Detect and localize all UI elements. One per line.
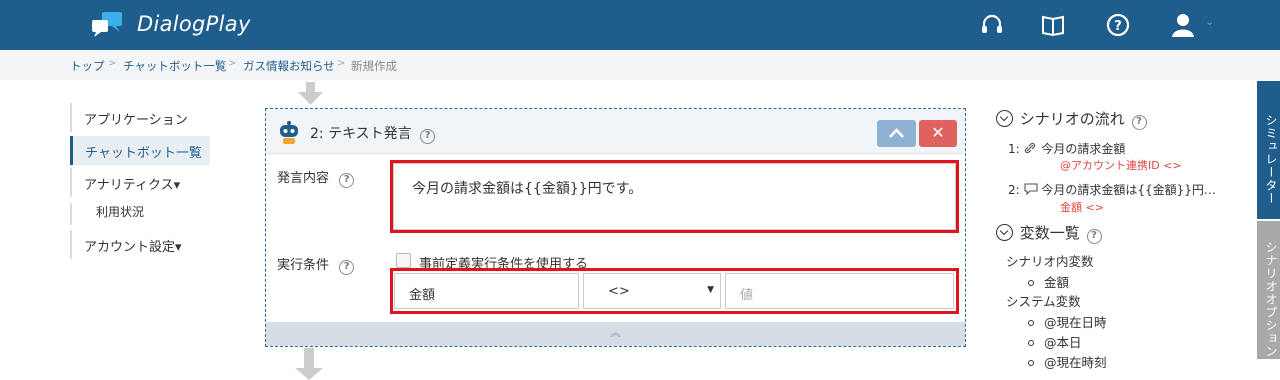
variables-title-text: 変数一覧 (1019, 224, 1080, 242)
highlight-frame (390, 160, 959, 233)
sidebar-item-applications[interactable]: アプリケーション (70, 103, 210, 132)
condition-label-text: 実行条件 (277, 258, 330, 273)
link-icon (1024, 142, 1035, 154)
breadcrumb: トップ > チャットボット一覧 > ガス情報お知らせ > 新規作成 (0, 50, 1280, 80)
help-icon[interactable]: ? (339, 173, 355, 188)
collapse-bar[interactable]: ︽ (266, 322, 965, 346)
card-title: 2: テキスト発言 ? (310, 123, 436, 144)
help-icon[interactable]: ? (339, 260, 355, 275)
user-icon[interactable] (1170, 12, 1196, 38)
text-message-card: 2: テキスト発言 ? ✕ 発言内容 ? 今月の請求金額は{{金額}}円です。 … (265, 108, 966, 347)
variable-item: @本日 (1028, 332, 1082, 351)
breadcrumb-separator: > (228, 58, 237, 69)
variable-name: @現在時刻 (1044, 355, 1107, 370)
chevron-up-icon (889, 128, 904, 138)
help-icon[interactable]: ? (1131, 115, 1147, 130)
breadcrumb-current: 新規作成 (351, 59, 397, 73)
variable-item: @現在日時 (1028, 312, 1107, 331)
flow-step-2[interactable]: 2: 今月の請求金額は{{金額}}円… (1008, 181, 1240, 198)
bullet-icon (1028, 340, 1034, 346)
move-up-button[interactable] (877, 120, 916, 147)
collapse-toggle-icon[interactable] (996, 110, 1013, 127)
variables-title[interactable]: 変数一覧 ? (996, 222, 1102, 244)
scenario-flow-title-text: シナリオの流れ (1019, 110, 1125, 128)
flow-step-number: 2: (1008, 183, 1020, 197)
book-icon[interactable] (1040, 12, 1066, 38)
breadcrumb-separator: > (108, 58, 117, 69)
robot-icon (280, 121, 298, 144)
headset-icon[interactable] (979, 12, 1005, 38)
flow-step-1[interactable]: 1: 今月の請求金額 (1008, 140, 1125, 157)
highlight-frame (390, 268, 959, 314)
flow-arrow-icon (295, 348, 323, 380)
flow-step-condition: 金額 <> (1060, 201, 1104, 214)
breadcrumb-separator: > (337, 58, 346, 69)
message-label: 発言内容 ? (277, 167, 355, 188)
collapse-toggle-icon[interactable] (996, 224, 1013, 241)
tab-scenario-options[interactable]: シナリオオプション (1257, 221, 1280, 359)
app-name[interactable]: DialogPlay (137, 12, 251, 36)
variable-name: 金額 (1044, 275, 1070, 290)
scenario-vars-title: シナリオ内変数 (1006, 254, 1094, 269)
variable-item: 金額 (1028, 272, 1069, 291)
system-vars-title: システム変数 (1006, 294, 1081, 309)
flow-step-text: 今月の請求金額は{{金額}}円… (1041, 183, 1216, 197)
flow-arrow-icon (298, 82, 323, 105)
flow-step-condition: @アカウント連携ID <> (1060, 159, 1182, 172)
variable-name: @現在日時 (1044, 315, 1107, 330)
breadcrumb-gas-info[interactable]: ガス情報お知らせ (243, 58, 335, 74)
card-title-text: 2: テキスト発言 (310, 126, 412, 142)
tab-simulator[interactable]: シミュレーター (1257, 81, 1280, 219)
variable-name: @本日 (1044, 335, 1082, 350)
bullet-icon (1028, 280, 1034, 286)
help-icon[interactable]: ? (1105, 12, 1131, 38)
bullet-icon (1028, 360, 1034, 366)
sidebar-item-analytics[interactable]: アナリティクス▾ (70, 168, 210, 197)
top-navbar: DialogPlay ? ⌄ (0, 0, 1280, 50)
sidebar-item-account-settings[interactable]: アカウント設定▾ (70, 230, 210, 259)
svg-text:?: ? (1114, 19, 1122, 34)
bullet-icon (1028, 320, 1034, 326)
flow-step-text: 今月の請求金額 (1041, 142, 1126, 156)
breadcrumb-chatbot-list[interactable]: チャットボット一覧 (123, 58, 226, 74)
speech-bubble-icon (1023, 183, 1038, 196)
flow-step-number: 1: (1008, 142, 1020, 156)
sidebar-item-chatbot-list[interactable]: チャットボット一覧 (70, 136, 210, 165)
help-icon[interactable]: ? (1086, 229, 1102, 244)
message-label-text: 発言内容 (277, 171, 330, 186)
user-menu-caret-icon[interactable]: ⌄ (1205, 15, 1214, 28)
logo-icon[interactable] (90, 10, 126, 40)
breadcrumb-top[interactable]: トップ (70, 58, 105, 74)
scenario-flow-title[interactable]: シナリオの流れ ? (996, 108, 1147, 130)
help-icon[interactable]: ? (420, 129, 436, 144)
condition-label: 実行条件 ? (277, 254, 355, 275)
sidebar-item-usage[interactable]: 利用状況 (70, 203, 210, 225)
variable-item: @現在時刻 (1028, 352, 1107, 371)
card-header: 2: テキスト発言 ? ✕ (266, 109, 965, 154)
predefined-condition-checkbox[interactable] (396, 253, 411, 268)
delete-button[interactable]: ✕ (919, 120, 957, 147)
